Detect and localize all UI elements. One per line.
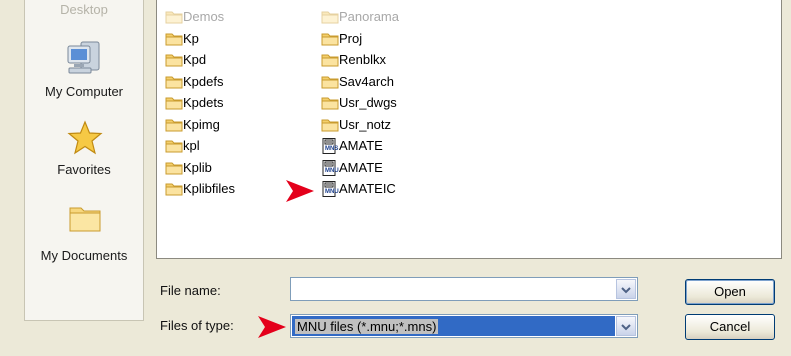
file-name: Kpdets (183, 95, 224, 110)
file-badge: MNU (325, 189, 339, 195)
files-of-type-label: Files of type: (160, 318, 234, 333)
file-name: kpl (183, 138, 200, 153)
file-list[interactable]: Demos Kp Kpd Kpdefs Kpdets Kpimg kpl Kplib Kplib… (156, 0, 782, 259)
folder-icon (165, 162, 183, 174)
folder-icon (165, 183, 183, 196)
file-name: Kp (183, 30, 199, 46)
folder-icon (165, 54, 183, 67)
folder-icon (165, 140, 183, 153)
file-name: AMATE (339, 159, 383, 175)
place-favorites[interactable]: Favorites (25, 118, 143, 184)
folder-icon (321, 76, 339, 88)
chevron-down-icon (621, 287, 631, 294)
files-of-type-dropdown-button[interactable] (616, 316, 636, 336)
file-name: Usr_notz (339, 116, 392, 132)
folder-icon (165, 76, 183, 88)
file-badge: MNS (325, 146, 339, 152)
file-name: Demos (183, 9, 225, 24)
file-name: AMATEIC (339, 181, 396, 196)
place-desktop[interactable]: Desktop (25, 0, 143, 24)
files-of-type-combo[interactable]: MNU files (*.mnu;*.mns) (290, 314, 638, 338)
place-favorites-label: Favorites (57, 162, 111, 177)
file-name-combo[interactable] (290, 277, 638, 301)
file-name: Kpd (183, 52, 207, 67)
folder-icon (165, 11, 183, 24)
file-badge: MNU (325, 167, 339, 174)
folder-icon (321, 11, 339, 24)
file-name: Panorama (339, 9, 399, 24)
folder-icon (69, 207, 101, 232)
file-name: Kpimg (183, 116, 220, 132)
folder-icon (321, 33, 339, 45)
pointer-arrow-icon (286, 180, 314, 202)
cancel-button[interactable]: Cancel (685, 314, 775, 340)
star-icon (67, 120, 103, 155)
open-button[interactable]: Open (685, 279, 775, 305)
folder-icon (165, 33, 183, 45)
file-name: Renblkx (339, 52, 386, 67)
file-name: Kplibfiles (183, 181, 236, 196)
file-name: Sav4arch (339, 73, 394, 89)
folder-icon (321, 97, 339, 110)
file-name-dropdown-button[interactable] (616, 279, 636, 299)
file-name: Kpdefs (183, 73, 224, 89)
my-computer-icon (67, 41, 100, 74)
place-my-computer[interactable]: My Computer (25, 36, 143, 106)
folder-icon (321, 119, 339, 131)
place-my-documents-label: My Documents (40, 248, 128, 263)
file-name-label: File name: (160, 283, 221, 298)
file-name: Usr_dwgs (339, 95, 397, 110)
folder-icon (321, 54, 339, 67)
place-my-documents[interactable]: My Documents (25, 196, 143, 270)
place-desktop-label: Desktop (60, 2, 108, 17)
chevron-down-icon (621, 324, 631, 331)
file-name: AMATE (339, 138, 383, 153)
file-name: Proj (339, 30, 363, 46)
files-of-type-value: MNU files (*.mnu;*.mns) (295, 319, 439, 334)
places-bar: Desktop My Computer Favorites My Documen… (24, 0, 144, 321)
folder-icon (165, 119, 183, 131)
file-name: Kplib (183, 159, 212, 175)
pointer-arrow-icon (258, 316, 286, 338)
folder-icon (165, 97, 183, 110)
place-my-computer-label: My Computer (44, 84, 124, 99)
